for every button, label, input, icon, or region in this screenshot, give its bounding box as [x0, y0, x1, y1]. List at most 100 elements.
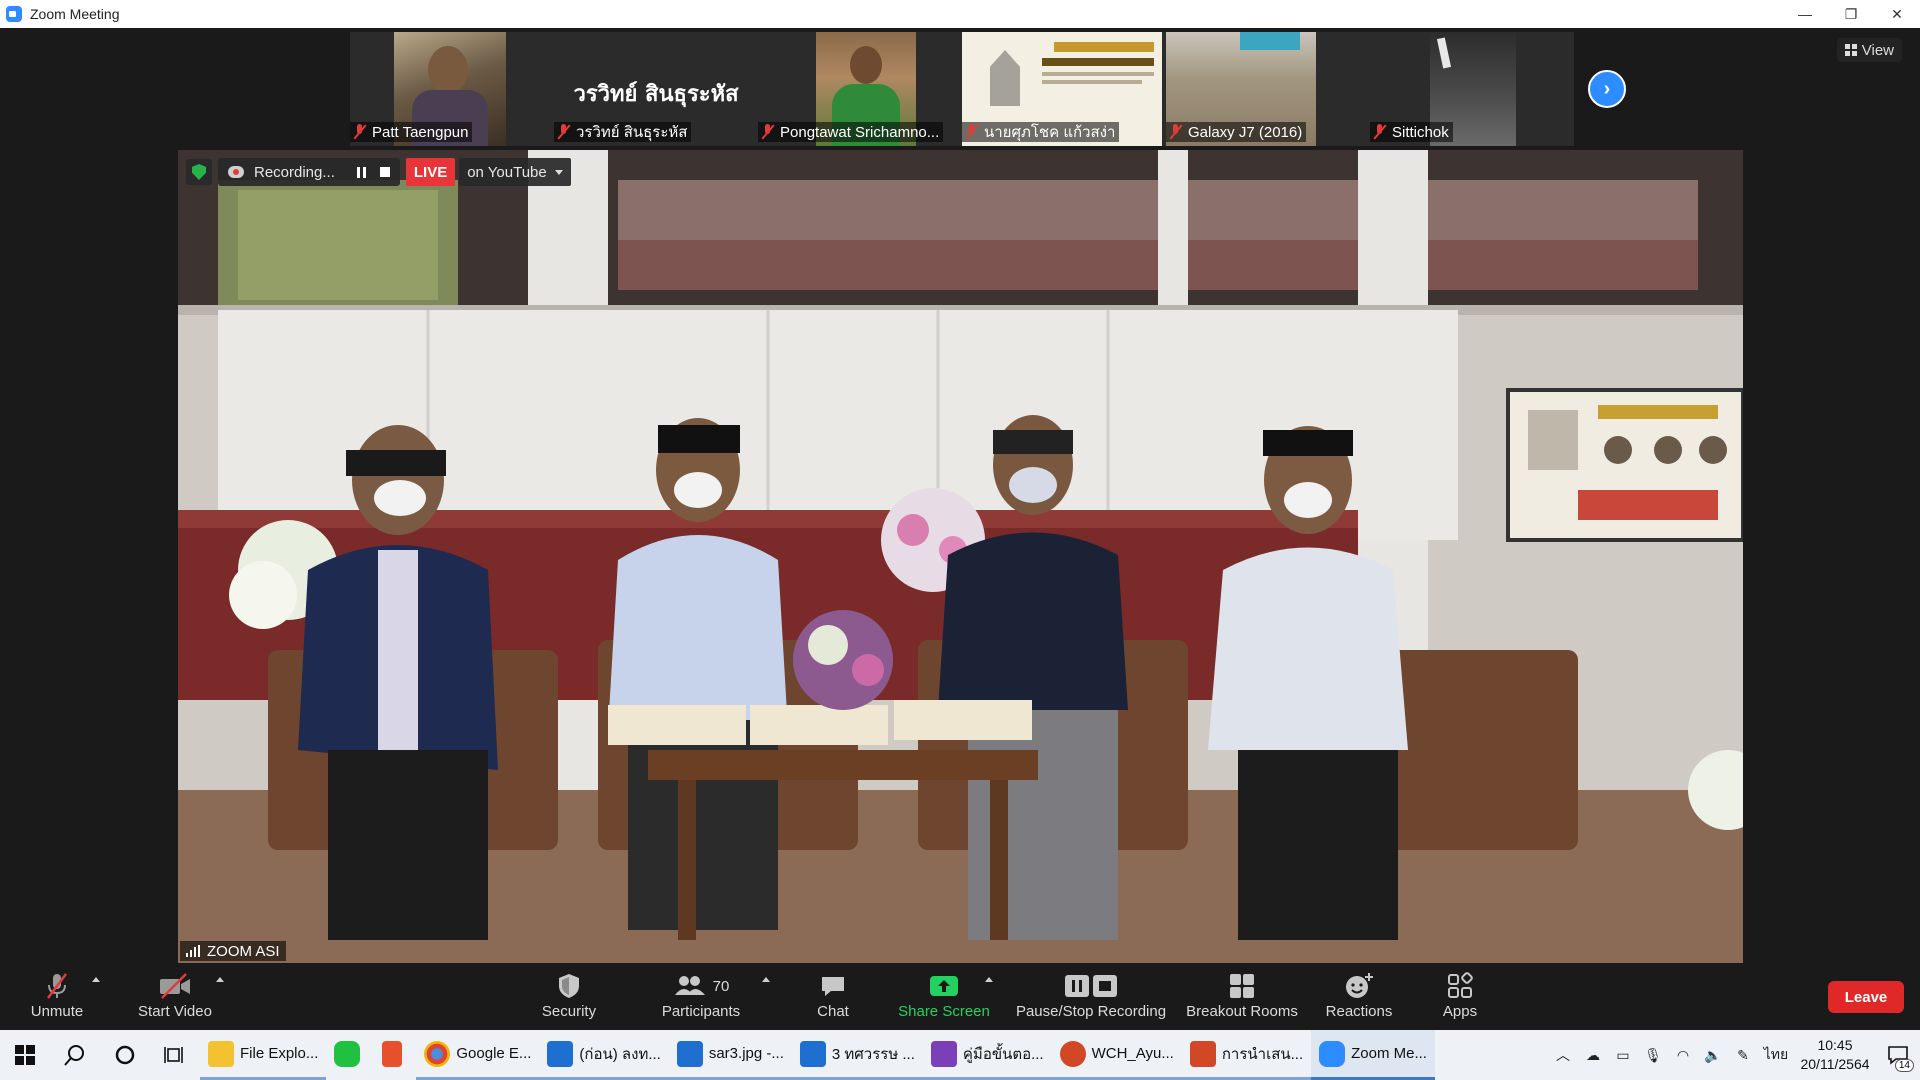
speaker-name: ZOOM ASI [207, 942, 280, 960]
pause-recording-icon[interactable] [356, 166, 366, 178]
task-view-button[interactable] [150, 1030, 200, 1080]
system-tray: ︿ ☁ ▭ 🎙 ◠ 🔈 ✎ ไทย 10:45 20/11/2564 14 [1548, 1030, 1920, 1080]
task-view-icon [164, 1047, 183, 1063]
photos-icon [676, 1040, 703, 1067]
taskbar-app-line[interactable] [326, 1030, 374, 1080]
window-title: Zoom Meeting [30, 6, 120, 22]
signal-strength-icon [186, 945, 202, 957]
next-page-button[interactable]: › [1588, 70, 1626, 108]
show-hidden-icons-button[interactable]: ︿ [1548, 1030, 1578, 1080]
taskbar-app-label: คู่มือขั้นตอ... [962, 1045, 1044, 1063]
ink-workspace-icon[interactable]: ✎ [1728, 1030, 1758, 1080]
participant-tile[interactable]: Sittichok [1370, 32, 1574, 146]
onedrive-icon[interactable]: ☁ [1578, 1030, 1608, 1080]
taskbar-app-label: การนำเสน... [1221, 1045, 1304, 1063]
taskbar-app-google-earth[interactable]: Google E... [416, 1030, 540, 1080]
participants-label: Participants [661, 1003, 741, 1020]
restore-button[interactable]: ❐ [1828, 0, 1874, 28]
cloud-recording-icon [228, 166, 244, 178]
participant-tile[interactable]: วรวิทย์ สินธุระหัส วรวิทย์ สินธุระหัส [554, 32, 758, 146]
stop-recording-icon[interactable] [379, 167, 390, 177]
mic-muted-icon [966, 124, 978, 140]
share-screen-icon [928, 971, 960, 1001]
windows-taskbar: File Explo... Google E... (ก่อน) ลงท... … [0, 1030, 1920, 1080]
security-button[interactable]: Security [538, 971, 600, 1027]
mic-muted-icon [45, 971, 69, 1001]
close-button[interactable]: ✕ [1874, 0, 1920, 28]
breakout-rooms-icon [1228, 971, 1256, 1001]
mic-muted-icon [558, 124, 570, 140]
video-options-caret[interactable] [216, 977, 224, 982]
taskbar-app-file-explorer[interactable]: File Explo... [200, 1030, 327, 1080]
reactions-icon [1344, 971, 1374, 1001]
mic-muted-icon [354, 124, 366, 140]
taskbar-app-label: (ก่อน) ลงท... [579, 1045, 661, 1063]
input-language[interactable]: ไทย [1758, 1030, 1794, 1080]
line-app-icon [334, 1040, 361, 1067]
participant-namebar: วรวิทย์ สินธุระหัส [554, 122, 692, 142]
audio-options-caret[interactable] [92, 977, 100, 982]
chat-button[interactable]: Chat [812, 971, 854, 1027]
action-center-button[interactable]: 14 [1876, 1030, 1920, 1080]
search-button[interactable] [50, 1030, 100, 1080]
taskbar-app-powerpoint-2[interactable]: การนำเสน... [1181, 1030, 1312, 1080]
participants-button[interactable]: 70 Participants [660, 971, 742, 1027]
taskbar-app-label: WCH_Ayu... [1091, 1045, 1174, 1062]
share-screen-button[interactable]: Share Screen [898, 971, 990, 1027]
participant-tile[interactable]: Pongtawat Srichamno... [758, 32, 962, 146]
breakout-rooms-button[interactable]: Breakout Rooms [1186, 971, 1298, 1027]
volume-icon[interactable]: 🔈 [1698, 1030, 1728, 1080]
leave-button[interactable]: Leave [1828, 981, 1904, 1013]
battery-icon[interactable]: ▭ [1608, 1030, 1638, 1080]
start-button[interactable] [0, 1030, 50, 1080]
minimize-button[interactable]: — [1782, 0, 1828, 28]
taskbar-app-label: sar3.jpg -... [708, 1045, 784, 1062]
taskbar-app-photos-3[interactable]: 3 ทศวรรษ ... [791, 1030, 923, 1080]
reactions-button[interactable]: Reactions [1324, 971, 1394, 1027]
apps-label: Apps [1442, 1003, 1478, 1020]
unmute-button[interactable]: Unmute [28, 971, 86, 1027]
onenote-icon [930, 1040, 957, 1067]
chevron-up-icon: ︿ [1556, 1047, 1570, 1063]
participant-tile[interactable]: Patt Taengpun [350, 32, 554, 146]
meeting-toolbar: Unmute Start Video Security 70 Participa… [0, 965, 1920, 1030]
taskbar-app-onenote[interactable]: คู่มือขั้นตอ... [922, 1030, 1052, 1080]
microphone-icon[interactable]: 🎙 [1638, 1030, 1668, 1080]
participants-icon: 70 [673, 971, 729, 1001]
taskbar-app-zoom[interactable]: Zoom Me... [1311, 1030, 1435, 1080]
chrome-icon [424, 1040, 451, 1067]
recording-status-text: Recording... [254, 163, 335, 181]
participant-tile[interactable]: Galaxy J7 (2016) [1166, 32, 1370, 146]
encryption-shield-icon[interactable] [186, 159, 212, 185]
live-destination-dropdown[interactable]: on YouTube [459, 158, 571, 186]
recording-bar: Recording... LIVE on YouTube [186, 158, 571, 186]
zoom-app-icon [6, 6, 22, 22]
photos-icon [799, 1040, 826, 1067]
taskbar-app-office[interactable] [374, 1030, 416, 1080]
start-video-button[interactable]: Start Video [134, 971, 216, 1027]
share-screen-label: Share Screen [898, 1003, 990, 1020]
wifi-icon[interactable]: ◠ [1668, 1030, 1698, 1080]
view-button[interactable]: View [1836, 38, 1902, 62]
view-label: View [1861, 41, 1894, 59]
participants-options-caret[interactable] [762, 977, 770, 982]
caret-down-icon [554, 169, 563, 175]
participant-tile[interactable]: นายศุภโชค แก้วสง่า [962, 32, 1166, 146]
shield-icon [557, 971, 581, 1001]
pause-stop-recording-label: Pause/Stop Recording [1015, 1003, 1167, 1020]
taskbar-app-photos-2[interactable]: sar3.jpg -... [668, 1030, 792, 1080]
chevron-right-icon: › [1603, 77, 1611, 100]
powerpoint-icon [1059, 1040, 1086, 1067]
taskbar-app-powerpoint-1[interactable]: WCH_Ayu... [1051, 1030, 1182, 1080]
mic-muted-icon [1374, 124, 1386, 140]
share-options-caret[interactable] [985, 977, 993, 982]
taskbar-clock[interactable]: 10:45 20/11/2564 [1794, 1036, 1876, 1074]
taskbar-app-photos-1[interactable]: (ก่อน) ลงท... [539, 1030, 669, 1080]
main-video[interactable]: Recording... LIVE on YouTube ZOOM ASI [178, 150, 1743, 963]
cortana-button[interactable] [100, 1030, 150, 1080]
photos-icon [547, 1040, 574, 1067]
pause-stop-recording-button[interactable]: Pause/Stop Recording [1016, 971, 1166, 1027]
participant-namebar: นายศุภโชค แก้วสง่า [962, 122, 1120, 142]
apps-button[interactable]: Apps [1438, 971, 1482, 1027]
security-label: Security [541, 1003, 597, 1020]
